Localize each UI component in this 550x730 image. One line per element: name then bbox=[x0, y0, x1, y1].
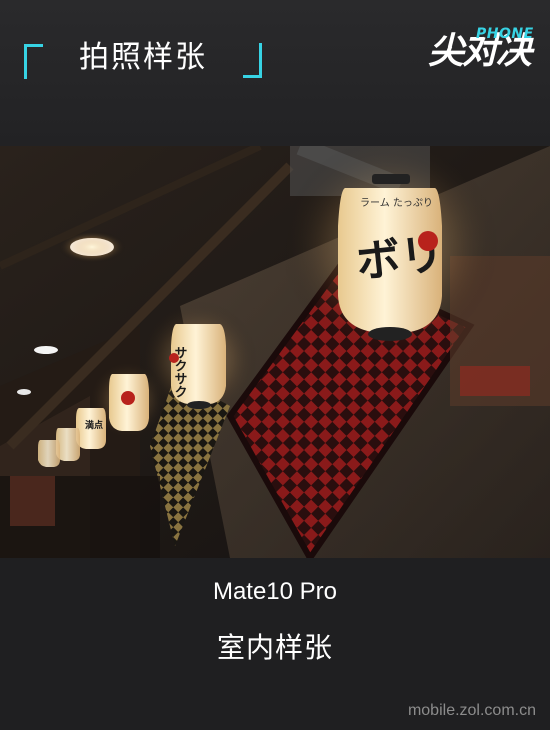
brand-logo: 尖对决 PHONE bbox=[428, 22, 538, 78]
sample-photo: ボリ ラーム たっぷり サクサク 満点 bbox=[0, 146, 550, 558]
photo-caption: 室内样张 bbox=[216, 631, 333, 664]
logo-phone-tag: PHONE bbox=[476, 26, 534, 42]
header: 拍照样张 尖对决 PHONE bbox=[0, 0, 550, 146]
lantern-small-1 bbox=[109, 374, 149, 431]
page-title: 拍照样张 bbox=[79, 40, 207, 75]
lantern-small-text: 満点 bbox=[85, 419, 103, 431]
title-frame: 拍照样张 bbox=[24, 40, 262, 79]
lantern-medium: サクサク bbox=[169, 324, 226, 409]
lantern-large-subtext: ラーム たっぷり bbox=[360, 197, 433, 209]
lantern-small-2: 満点 bbox=[76, 408, 106, 449]
lantern-large: ボリ ラーム たっぷり bbox=[338, 174, 447, 341]
page: 拍照样张 尖对决 PHONE ボリ ラーム たっぷり サクサク 満点 Mate1… bbox=[0, 0, 550, 730]
site-watermark: mobile.zol.com.cn bbox=[407, 702, 536, 719]
restaurant-lanterns-image: ボリ ラーム たっぷり サクサク 満点 bbox=[0, 146, 550, 558]
device-model: Mate10 Pro bbox=[212, 578, 338, 605]
